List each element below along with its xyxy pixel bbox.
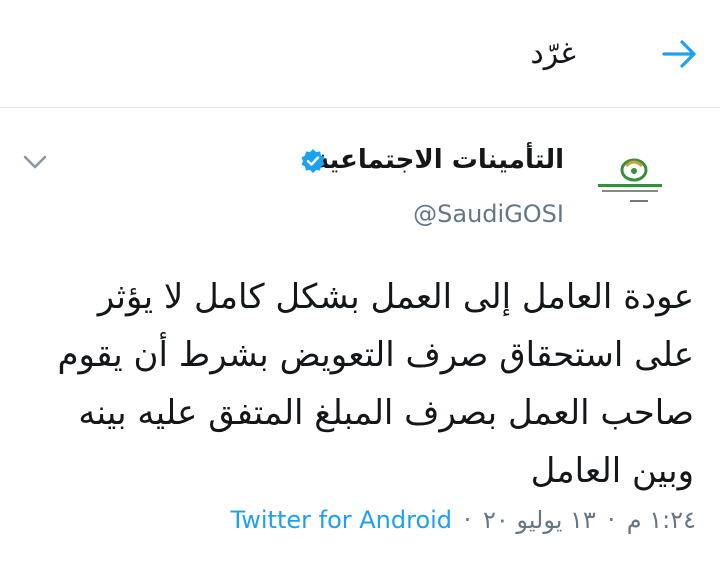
display-name[interactable]: التأمينات الاجتماعية: [314, 140, 564, 180]
tweet-meta: ١:٢٤ م · ١٣ يوليو ٢٠ · Twitter for Andro…: [231, 500, 696, 540]
page-title: غرّد: [530, 36, 576, 71]
tweet-menu-button[interactable]: [22, 152, 48, 172]
chevron-down-icon: [23, 155, 47, 169]
tweet-time: ١:٢٤ م: [626, 506, 696, 534]
tweet-text: عودة العامل إلى العمل بشكل كامل لا يؤثر …: [57, 277, 694, 491]
separator-dot: ·: [607, 506, 616, 534]
back-button[interactable]: [658, 32, 702, 76]
arrow-right-icon: [662, 40, 696, 68]
source-link[interactable]: Twitter for Android: [231, 506, 452, 534]
tweet-date: ١٣ يوليو ٢٠: [482, 506, 596, 534]
user-handle[interactable]: @SaudiGOSI: [413, 196, 564, 232]
separator-dot: ·: [463, 506, 472, 534]
top-bar: غرّد: [0, 0, 720, 108]
avatar[interactable]: [592, 152, 668, 228]
verified-badge-icon: [300, 148, 326, 174]
